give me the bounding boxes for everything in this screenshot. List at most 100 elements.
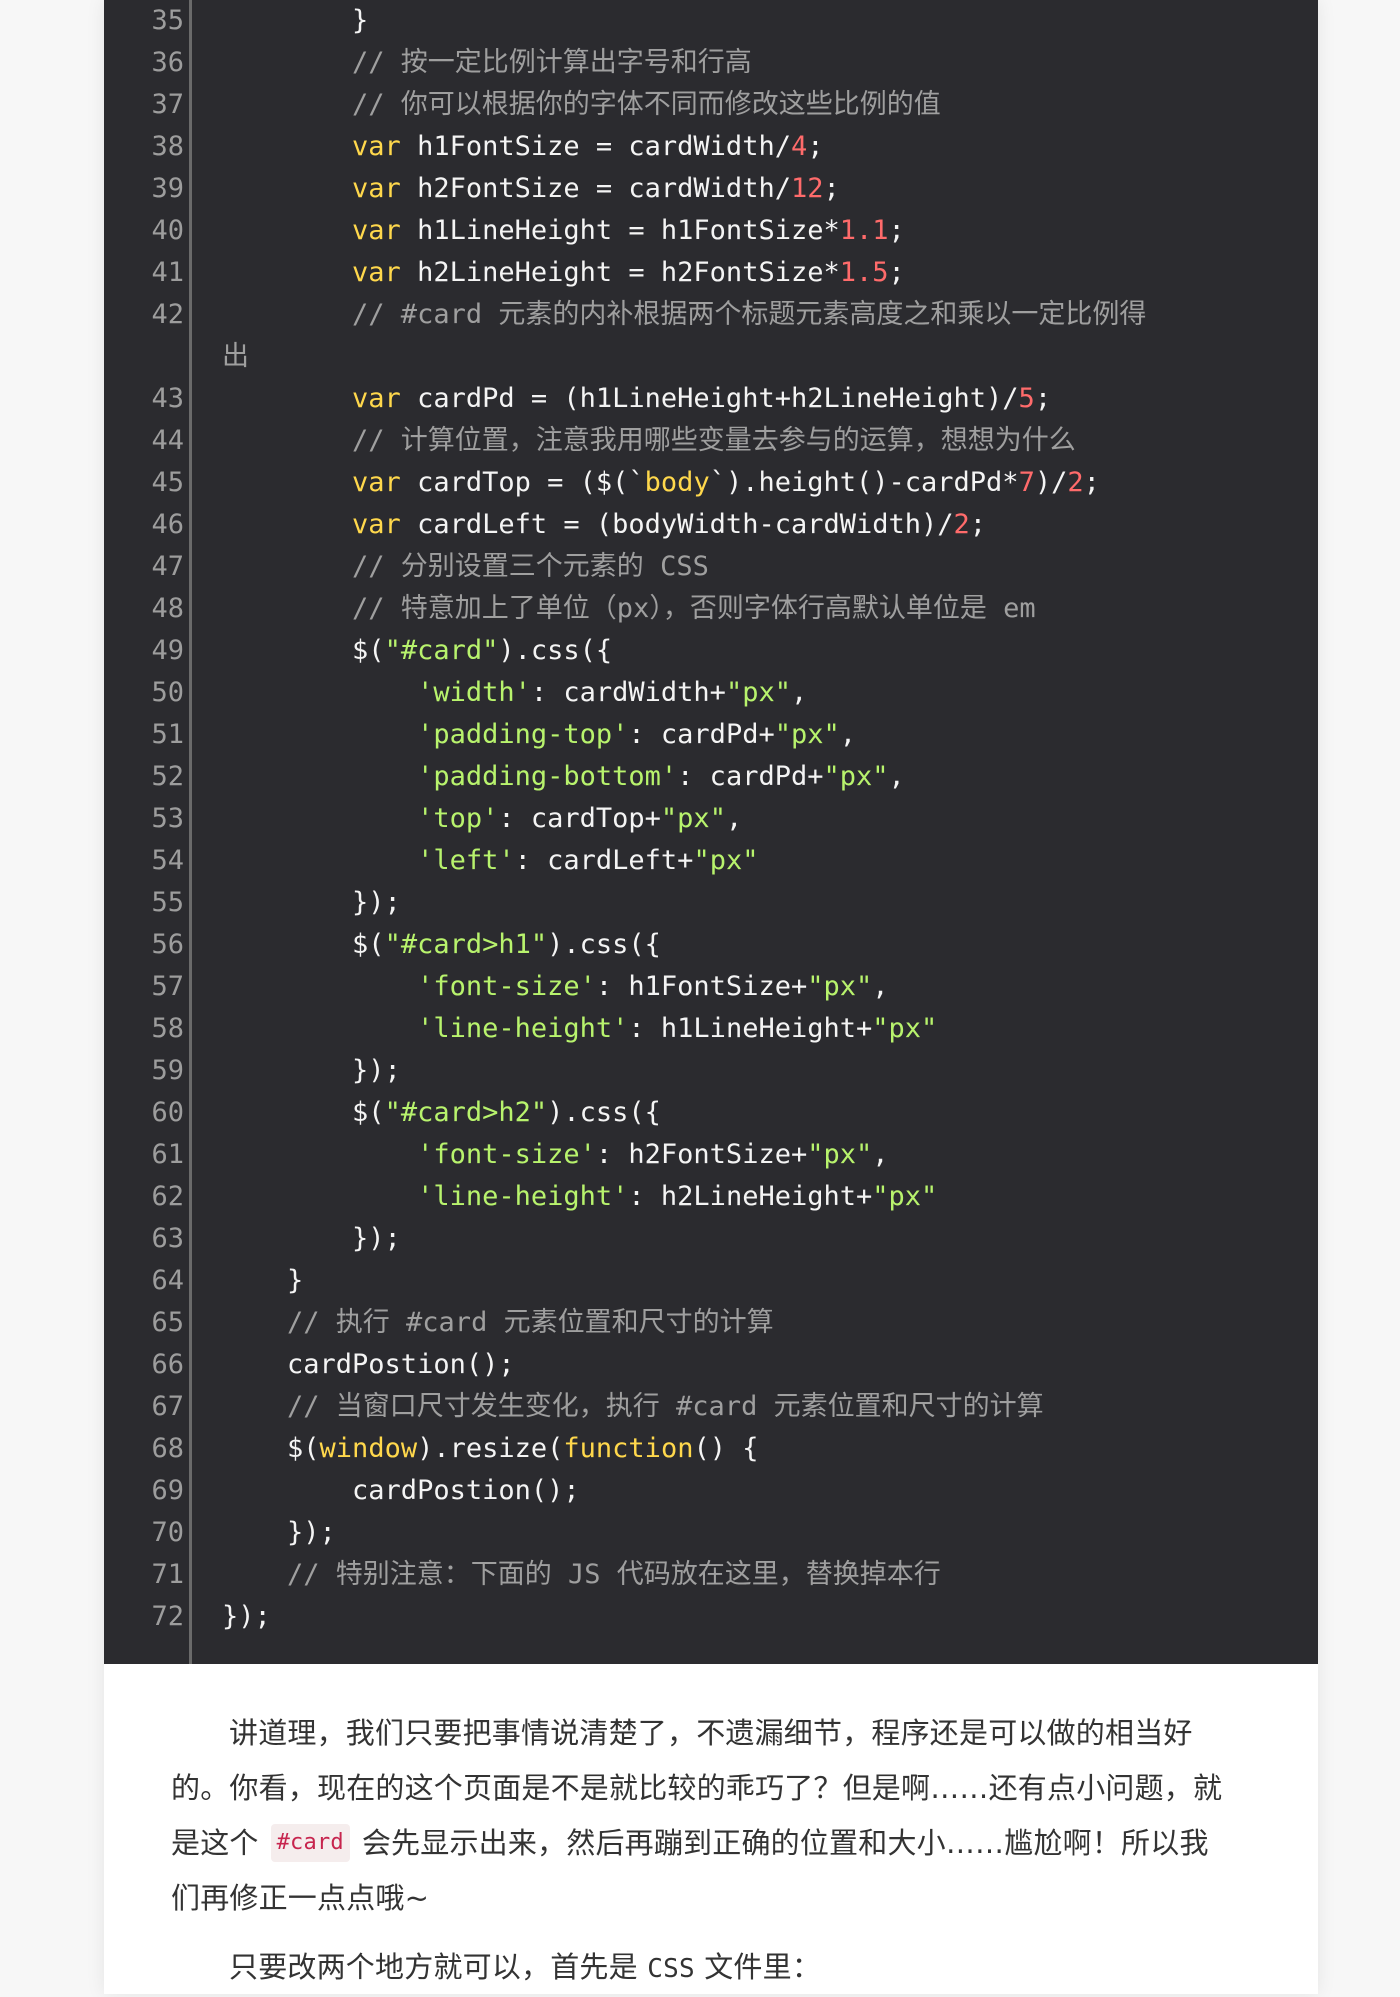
explanation-paragraph: 讲道理，我们只要把事情说清楚了，不遗漏细节，程序还是可以做的相当好 的。你看，现… [171, 1706, 1255, 1926]
paragraph-text: 讲道理，我们只要把事情说清楚了，不遗漏细节，程序还是可以做的相当好 [229, 1716, 1193, 1750]
code-block[interactable]: 35 } 36 // 按一定比例计算出字号和行高 37 // 你可以根据你的字体不同… [104, 0, 1318, 1664]
plain-code-token: ; [969, 509, 987, 540]
plain-code-token: $( [222, 1097, 385, 1128]
code-line: 68 $(window).resize(function() { [104, 1428, 1318, 1470]
article-page: 35 } 36 // 按一定比例计算出字号和行高 37 // 你可以根据你的字体不同… [0, 0, 1400, 1994]
code-line: 64 } [104, 1260, 1318, 1302]
code-text: }); [222, 1596, 1312, 1638]
code-text: }); [222, 882, 1312, 924]
line-number: 69 [151, 1475, 184, 1506]
line-number: 70 [151, 1517, 184, 1548]
code-text: // #card 元素的内补根据两个标题元素高度之和乘以一定比例得 [222, 294, 1312, 336]
line-number: 43 [151, 383, 184, 414]
code-line: 71 // 特别注意：下面的 JS 代码放在这里，替换掉本行 [104, 1554, 1318, 1596]
code-line: 59 }); [104, 1050, 1318, 1092]
keyword-code-token: var [352, 509, 401, 540]
plain-code-token [222, 1139, 417, 1170]
plain-code-token: : h1FontSize+ [595, 971, 808, 1002]
paragraph-text: 文件里： [694, 1950, 822, 1984]
string-code-token: "px" [660, 803, 726, 834]
code-line: 66 cardPostion(); [104, 1344, 1318, 1386]
string-code-token: "px" [774, 719, 840, 750]
string-code-token: 'padding-bottom' [417, 761, 678, 792]
keyword-code-token: body [644, 467, 710, 498]
plain-code-token: : cardPd+ [677, 761, 824, 792]
paragraph-text: 会先显示出来，然后再蹦到正确的位置和大小……尴尬啊！所以我 [361, 1826, 1209, 1860]
comment-code-token: // 分别设置三个元素的 CSS [222, 551, 709, 582]
code-text: }); [222, 1050, 1312, 1092]
plain-code-token: ; [1034, 383, 1052, 414]
plain-code-token: () { [693, 1433, 759, 1464]
line-number: 65 [151, 1307, 184, 1338]
line-number: 57 [151, 971, 184, 1002]
line-number: 71 [151, 1559, 184, 1590]
plain-code-token: ; [888, 257, 905, 288]
number-code-token: 1.5 [839, 257, 889, 288]
code-text: var h2FontSize = cardWidth/12; [222, 168, 1312, 210]
keyword-code-token: function [563, 1433, 694, 1464]
line-number: 46 [151, 509, 184, 540]
line-number: 52 [151, 761, 184, 792]
plain-code-token [222, 1181, 417, 1212]
code-line: 63 }); [104, 1218, 1318, 1260]
code-text: } [222, 0, 1312, 42]
number-code-token: 7 [1018, 467, 1035, 498]
string-code-token: "px" [693, 845, 759, 876]
code-text: $("#card").css({ [222, 630, 1312, 672]
line-number: 45 [151, 467, 184, 498]
line-number: 66 [151, 1349, 184, 1380]
code-line: 67 // 当窗口尺寸发生变化，执行 #card 元素位置和尺寸的计算 [104, 1386, 1318, 1428]
paragraph-line: 们再修正一点点哦~ [171, 1871, 1255, 1926]
paragraph-line: 只要改两个地方就可以，首先是 CSS 文件里： [171, 1940, 1255, 1995]
code-line: 69 cardPostion(); [104, 1470, 1318, 1512]
paragraph-text: 们再修正一点点哦~ [171, 1881, 430, 1915]
number-code-token: 4 [790, 131, 808, 162]
line-number: 56 [151, 929, 184, 960]
plain-code-token [222, 719, 417, 750]
plain-code-token: cardPostion(); [222, 1475, 580, 1506]
plain-code-token: ; [807, 131, 824, 162]
keyword-code-token: var [352, 383, 401, 414]
code-text: var h1FontSize = cardWidth/4; [222, 126, 1312, 168]
comment-code-token: // 当窗口尺寸发生变化，执行 #card 元素位置和尺寸的计算 [222, 1391, 1044, 1422]
paragraph-text: 是这个 [171, 1826, 259, 1860]
code-text: } [222, 1260, 1312, 1302]
plain-code-token: , [725, 803, 743, 834]
plain-code-token: cardPostion(); [222, 1349, 515, 1380]
plain-code-token: `).height()-cardPd* [709, 467, 1019, 498]
line-number: 59 [151, 1055, 184, 1086]
plain-code-token [222, 383, 352, 414]
plain-code-token: : h2LineHeight+ [628, 1181, 873, 1212]
line-number: 37 [151, 89, 184, 120]
code-line: 72}); [104, 1596, 1318, 1638]
plain-code-token: : cardTop+ [498, 803, 661, 834]
string-code-token: "px" [823, 761, 889, 792]
code-line: 39 var h2FontSize = cardWidth/12; [104, 168, 1318, 210]
comment-code-token: // 特别注意：下面的 JS 代码放在这里，替换掉本行 [222, 1559, 941, 1590]
number-code-token: 12 [790, 173, 824, 204]
paragraph-text: 只要改两个地方就可以，首先是 [229, 1950, 648, 1984]
code-line: 47 // 分别设置三个元素的 CSS [104, 546, 1318, 588]
plain-code-token: : h1LineHeight+ [628, 1013, 873, 1044]
plain-code-token: }); [222, 887, 401, 918]
plain-code-token: cardPd = (h1LineHeight+h2LineHeight)/ [400, 383, 1019, 414]
string-code-token: 'top' [417, 803, 499, 834]
keyword-code-token: var [352, 131, 401, 162]
line-number: 49 [151, 635, 184, 666]
line-number: 61 [151, 1139, 184, 1170]
string-code-token: 'left' [417, 845, 515, 876]
plain-code-token: : cardWidth+ [530, 677, 726, 708]
css-keyword: CSS [647, 1954, 695, 1984]
line-number: 44 [151, 425, 184, 456]
plain-code-token [222, 845, 417, 876]
code-line: 37 // 你可以根据你的字体不同而修改这些比例的值 [104, 84, 1318, 126]
code-line: 出 [104, 336, 1318, 378]
code-line: 60 $("#card>h2").css({ [104, 1092, 1318, 1134]
comment-code-token: // 按一定比例计算出字号和行高 [222, 47, 752, 78]
code-text: $("#card>h1").css({ [222, 924, 1312, 966]
keyword-code-token: var [352, 173, 401, 204]
plain-code-token: h2FontSize = cardWidth/ [400, 173, 791, 204]
code-text: 'line-height': h1LineHeight+"px" [222, 1008, 1312, 1050]
line-number: 48 [151, 593, 184, 624]
code-line: 62 'line-height': h2LineHeight+"px" [104, 1176, 1318, 1218]
